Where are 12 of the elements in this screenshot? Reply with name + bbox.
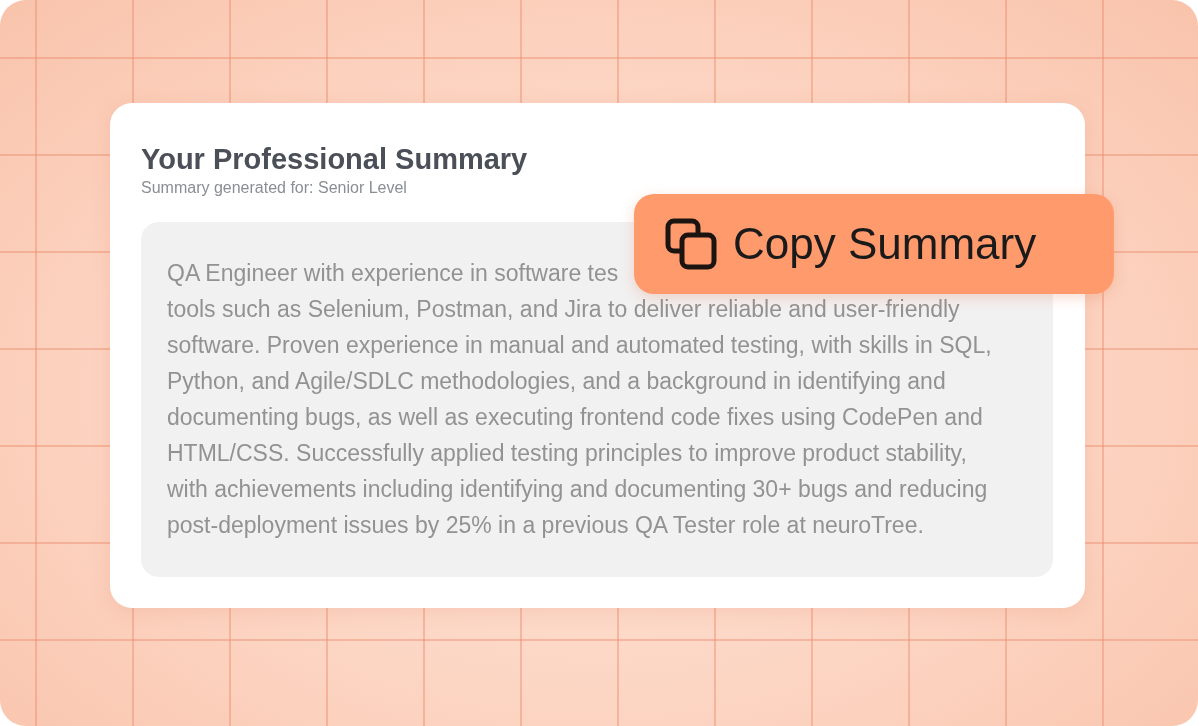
- summary-line: documenting bugs, as well as executing frontend code fixes using CodePen and: [167, 404, 983, 430]
- summary-line: HTML/CSS. Successfully applied testing principles to improve product stability,: [167, 440, 967, 466]
- copy-icon: [665, 218, 717, 270]
- card-subtitle: Summary generated for: Senior Level: [141, 178, 408, 198]
- card-title: Your Professional Summary: [141, 142, 529, 177]
- summary-line: with achievements including identifying and documenting 30+ bugs and reducing: [167, 476, 988, 502]
- summary-line: tools such as Selenium, Postman, and Jira to deliver reliable and user-friendly: [167, 296, 960, 322]
- summary-line: QA Engineer with experience in software tes: [167, 260, 619, 286]
- summary-line: post-deployment issues by 25% in a previous QA Tester role at neuroTree.: [167, 512, 924, 538]
- summary-line: Python, and Agile/SDLC methodologies, and a background in identifying and: [167, 368, 946, 394]
- copy-summary-button[interactable]: Copy Summary: [634, 194, 1114, 294]
- summary-line: software. Proven experience in manual and automated testing, with skills in SQL,: [167, 332, 992, 358]
